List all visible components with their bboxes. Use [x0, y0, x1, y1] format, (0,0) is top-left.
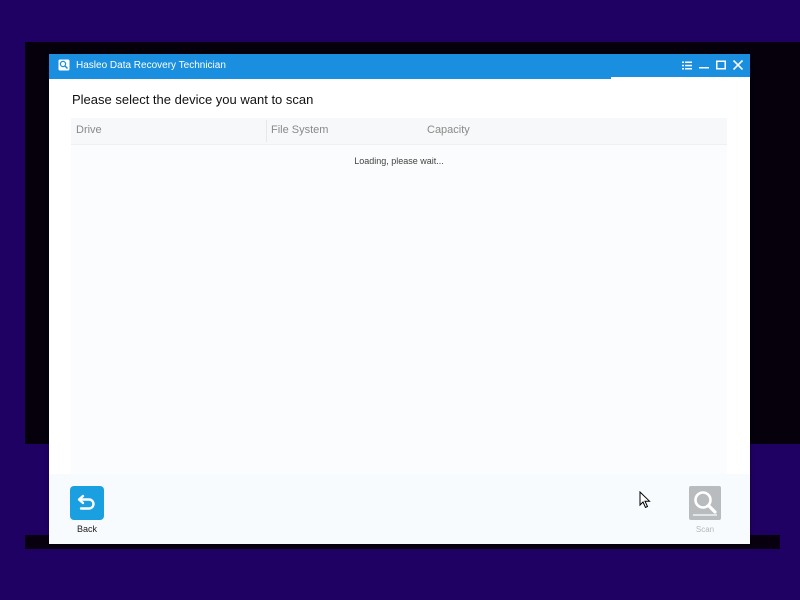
mouse-cursor-icon: [639, 491, 651, 509]
back-arrow-icon: [77, 494, 95, 510]
table-header: Drive File System Capacity: [71, 118, 727, 145]
menu-button[interactable]: [680, 58, 694, 72]
footer-bar: Back Scan: [49, 474, 750, 544]
scan-button[interactable]: [689, 486, 721, 520]
app-window: Hasleo Data Recovery Technician Please s…: [49, 54, 750, 544]
column-header-file-system[interactable]: File System: [271, 124, 328, 136]
column-header-capacity[interactable]: Capacity: [427, 124, 470, 136]
title-bar[interactable]: Hasleo Data Recovery Technician: [49, 54, 750, 77]
minimize-button[interactable]: [697, 58, 711, 72]
magnifier-icon: [693, 491, 717, 516]
window-title: Hasleo Data Recovery Technician: [76, 60, 226, 71]
column-separator: [266, 120, 267, 142]
close-button[interactable]: [731, 58, 745, 72]
hasleo-search-icon: [58, 59, 70, 71]
back-button-label[interactable]: Back: [64, 524, 110, 534]
menu-list-icon: [682, 61, 692, 69]
device-table[interactable]: Drive File System Capacity Loading, plea…: [71, 118, 727, 528]
minimize-icon: [699, 67, 709, 69]
loading-status: Loading, please wait...: [354, 156, 444, 166]
page-heading: Please select the device you want to sca…: [72, 92, 314, 107]
column-header-drive[interactable]: Drive: [76, 124, 102, 136]
back-button[interactable]: [70, 486, 104, 520]
title-bar-underline: [49, 77, 611, 79]
scan-button-label: Scan: [695, 525, 715, 534]
maximize-button[interactable]: [714, 58, 728, 72]
close-icon: [733, 60, 743, 70]
maximize-icon: [716, 60, 726, 70]
